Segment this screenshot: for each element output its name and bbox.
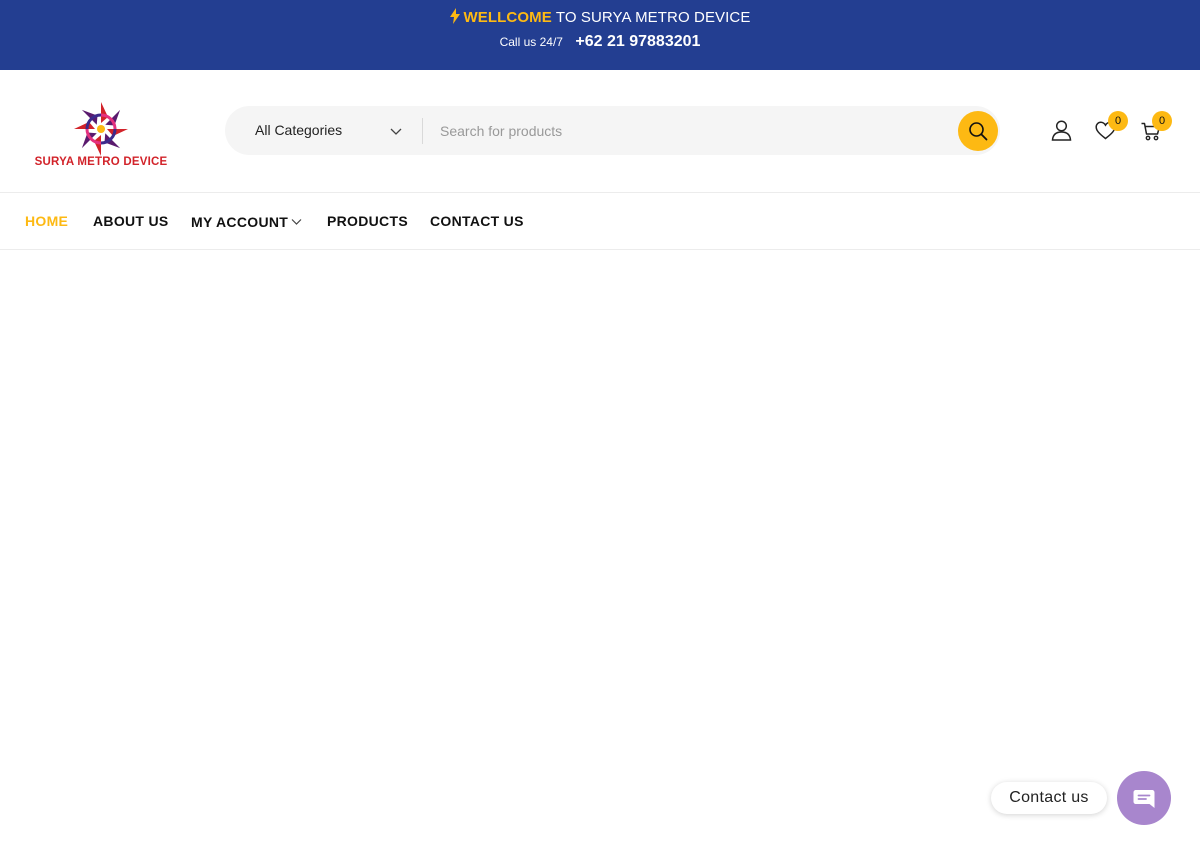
cart-count-badge: 0 — [1152, 111, 1172, 131]
account-button[interactable] — [1051, 120, 1072, 146]
chevron-down-icon[interactable] — [390, 124, 402, 142]
welcome-text: TO SURYA METRO DEVICE — [551, 9, 751, 26]
welcome-message: WELLCOME TO SURYA METRO DEVICE — [0, 8, 1200, 28]
welcome-highlight: WELLCOME — [463, 9, 552, 26]
product-search-bar: All Categories — [225, 106, 1000, 155]
wishlist-count-badge: 0 — [1108, 111, 1128, 131]
chevron-down-icon — [291, 193, 302, 249]
nav-item-contact-us[interactable]: CONTACT US — [430, 193, 524, 249]
nav-item-home[interactable]: HOME — [25, 193, 68, 249]
nav-item-my-account[interactable]: MY ACCOUNT — [191, 193, 302, 249]
call-info: Call us 24/7 +62 21 97883201 — [0, 33, 1200, 51]
chat-widget-button[interactable] — [1117, 771, 1171, 825]
nav-item-my-account-label: MY ACCOUNT — [191, 214, 289, 230]
bolt-icon — [449, 8, 460, 28]
category-select[interactable]: All Categories — [255, 106, 342, 155]
top-announcement-bar: WELLCOME TO SURYA METRO DEVICE Call us 2… — [0, 0, 1200, 70]
contact-us-label[interactable]: Contact us — [991, 782, 1107, 814]
nav-item-about-us[interactable]: ABOUT US — [93, 193, 169, 249]
search-divider — [422, 118, 423, 144]
nav-item-products[interactable]: PRODUCTS — [327, 193, 408, 249]
user-icon — [1051, 120, 1072, 141]
main-navigation: HOME ABOUT US MY ACCOUNT PRODUCTS CONTAC… — [0, 193, 1200, 250]
phone-number[interactable]: +62 21 97883201 — [575, 33, 700, 50]
search-input[interactable] — [440, 106, 960, 155]
site-logo[interactable]: SURYA METRO DEVICE — [30, 100, 172, 172]
call-label: Call us 24/7 — [499, 35, 563, 49]
chat-icon — [1133, 790, 1155, 808]
logo-text: SURYA METRO DEVICE — [34, 156, 168, 168]
search-icon — [969, 122, 988, 141]
search-button[interactable] — [958, 111, 998, 151]
site-header: SURYA METRO DEVICE All Categories 0 0 — [0, 70, 1200, 193]
logo-mark-icon — [74, 102, 128, 156]
